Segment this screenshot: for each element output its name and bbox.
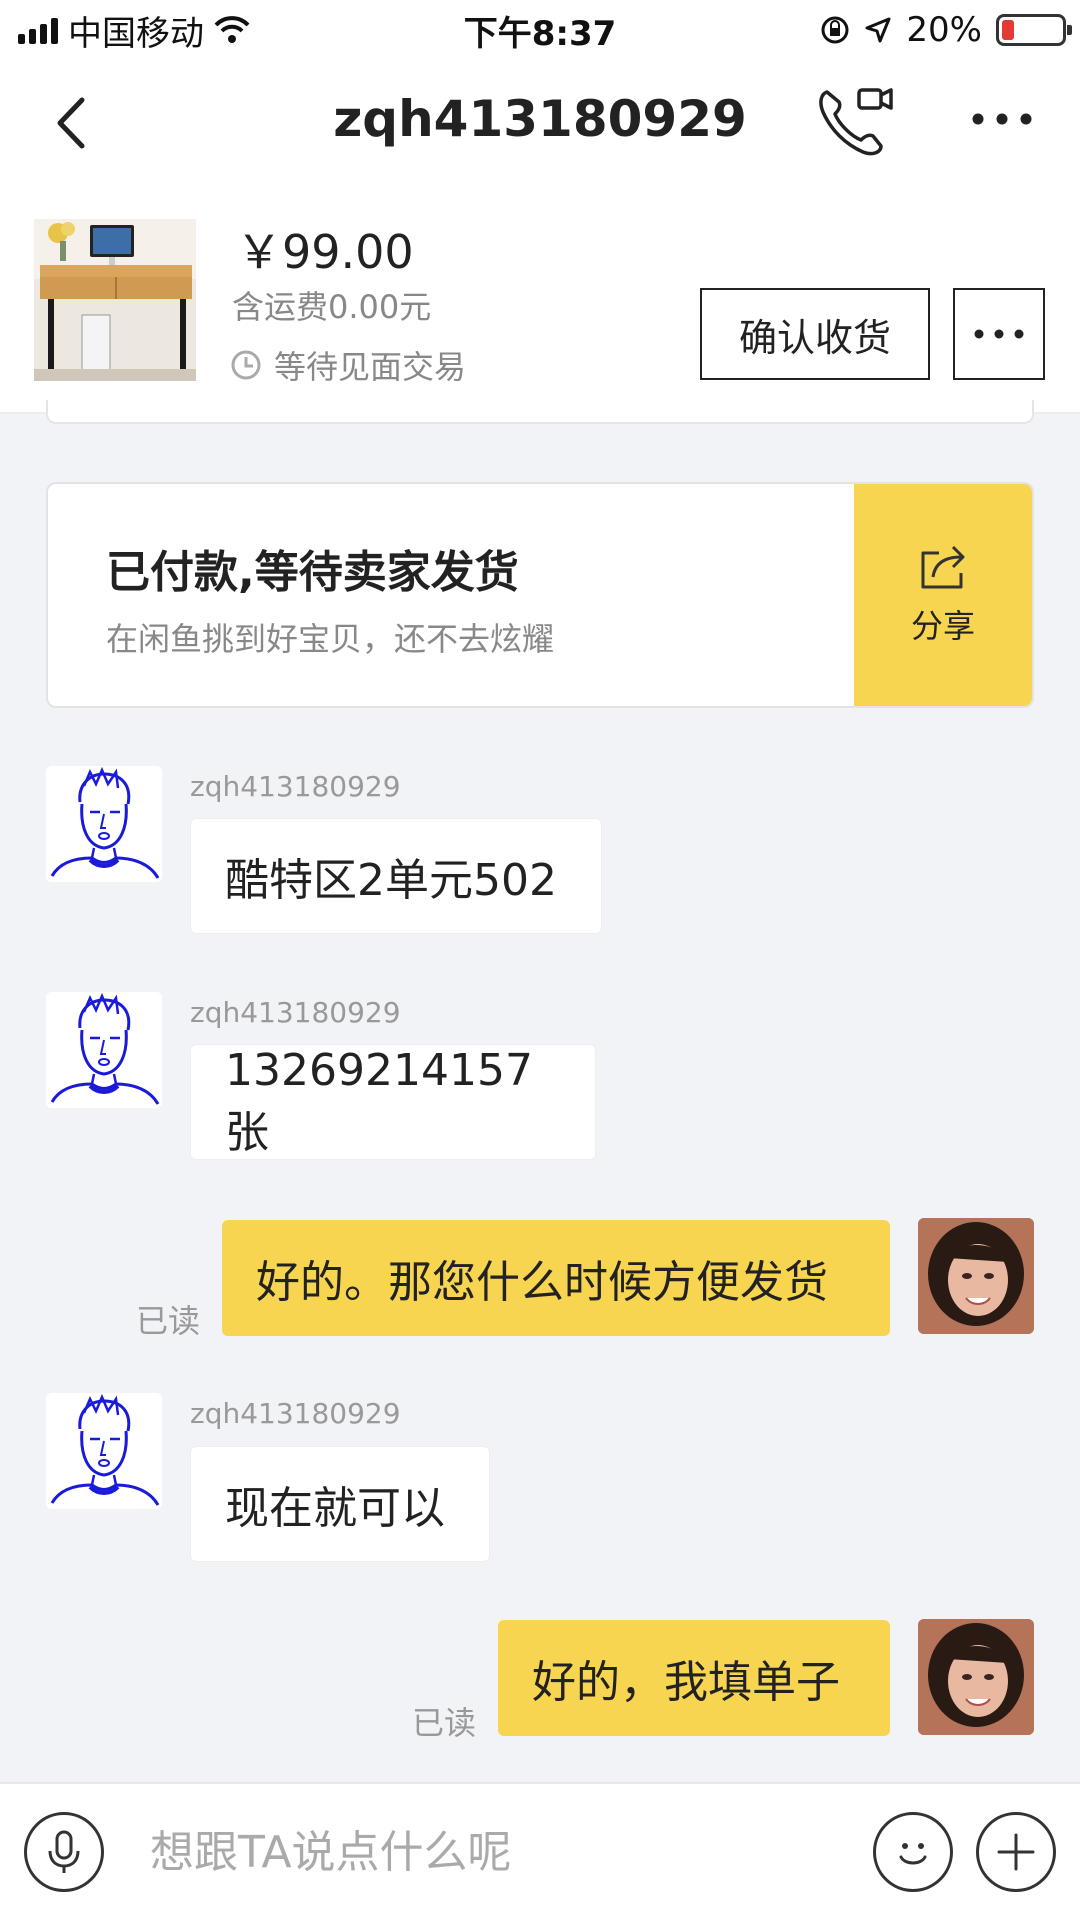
status-bar: 中国移动 下午8:37 20% [0,0,1080,58]
video-call-icon[interactable] [815,86,895,158]
message-bubble-in[interactable]: 13269214157 张 [190,1044,596,1160]
message-bubble-out[interactable]: 好的，我填单子 [498,1620,890,1736]
product-bar: ￥99.00 含运费0.00元 等待见面交易 确认收货 [0,186,1080,414]
product-price: ￥99.00 [236,225,414,279]
sender-name: zqh413180929 [190,770,401,803]
product-more-button[interactable] [953,288,1045,380]
self-avatar[interactable] [918,1619,1034,1735]
clock-icon [231,350,261,380]
product-thumbnail[interactable] [34,219,196,381]
shipping-fee: 含运费0.00元 [232,288,432,326]
voice-button[interactable] [24,1812,104,1892]
message-bubble-out[interactable]: 好的。那您什么时候方便发货 [222,1220,890,1336]
location-arrow-icon [865,17,891,43]
self-avatar[interactable] [918,1218,1034,1334]
sketch-portrait-icon [46,1393,162,1509]
sender-name: zqh413180929 [190,1397,401,1430]
order-status-subtitle: 在闲鱼挑到好宝贝，还不去炫耀 [106,620,555,658]
message-input[interactable] [150,1814,830,1890]
share-label: 分享 [910,607,975,645]
peer-avatar[interactable] [46,992,162,1108]
more-actions-button[interactable] [976,1812,1056,1892]
share-icon [921,545,965,589]
share-button[interactable]: 分享 [854,484,1032,706]
read-receipt: 已读 [412,1704,477,1742]
sender-name: zqh413180929 [190,996,401,1029]
confirm-receipt-button[interactable]: 确认收货 [700,288,930,380]
microphone-icon [48,1830,80,1873]
user-photo-icon [918,1619,1034,1735]
desk-image-icon [34,219,196,381]
emoji-button[interactable] [873,1812,953,1892]
peer-avatar[interactable] [46,1393,162,1509]
rotation-lock-icon [821,16,849,44]
battery-fill [1002,20,1014,40]
more-dots-icon[interactable] [966,94,1038,144]
user-photo-icon [918,1218,1034,1334]
battery-icon [996,14,1072,46]
sketch-portrait-icon [46,766,162,882]
order-status-card[interactable]: 已付款,等待卖家发货 在闲鱼挑到好宝贝，还不去炫耀 分享 [46,482,1034,708]
page-title: zqh413180929 [333,90,747,148]
message-bubble-in[interactable]: 现在就可以 [190,1446,490,1562]
trade-status-text: 等待见面交易 [274,348,467,386]
sketch-portrait-icon [46,992,162,1108]
status-right: 20% [820,8,1072,52]
nav-bar: zqh413180929 [0,58,1080,186]
order-status-title: 已付款,等待卖家发货 [106,547,519,598]
plus-icon [997,1833,1035,1871]
read-receipt: 已读 [136,1302,201,1340]
previous-card-edge [46,400,1034,424]
trade-status: 等待见面交易 [230,342,466,388]
more-dots-icon [974,329,1024,339]
smiley-icon [899,1843,927,1865]
message-bubble-in[interactable]: 酷特区2单元502 [190,818,602,934]
battery-percent: 20% [906,10,982,50]
input-bar [0,1782,1080,1921]
peer-avatar[interactable] [46,766,162,882]
